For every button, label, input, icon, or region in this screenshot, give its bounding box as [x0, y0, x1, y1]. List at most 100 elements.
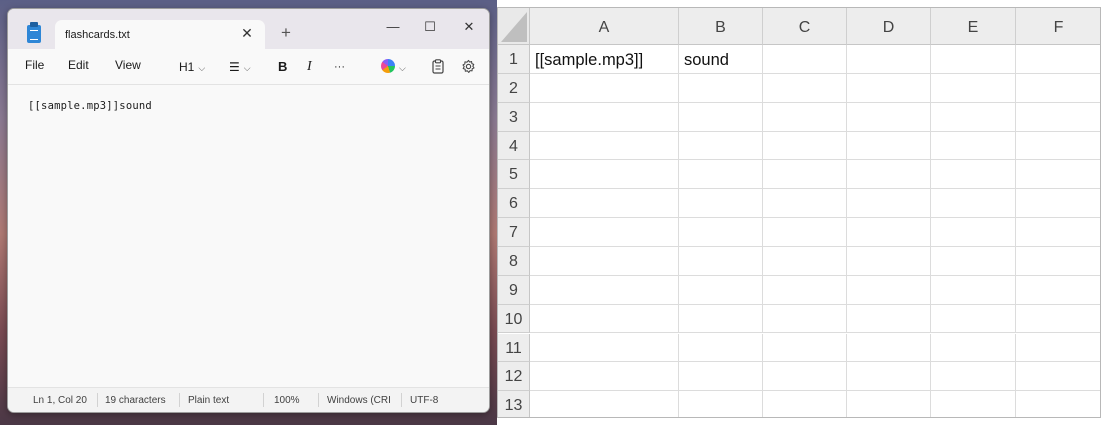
column-header-f[interactable]: F — [1016, 8, 1100, 45]
cell-f3[interactable] — [1016, 103, 1100, 132]
row-header-4[interactable]: 4 — [498, 131, 530, 161]
cell-a9[interactable] — [530, 275, 679, 305]
cell-f12[interactable] — [1016, 362, 1100, 392]
cell-e4[interactable] — [931, 131, 1016, 161]
new-tab-icon[interactable]: + — [276, 23, 296, 43]
cell-a2[interactable] — [530, 73, 679, 103]
cell-f6[interactable] — [1016, 189, 1100, 219]
row-header-12[interactable]: 12 — [498, 362, 530, 392]
cell-f2[interactable] — [1016, 74, 1100, 103]
cell-b5[interactable] — [679, 160, 763, 190]
cell-f8[interactable] — [1016, 247, 1100, 276]
cell-c9[interactable] — [763, 275, 847, 305]
cell-d8[interactable] — [847, 246, 931, 276]
row-header-7[interactable]: 7 — [498, 218, 530, 247]
cell-e5[interactable] — [931, 160, 1016, 190]
cell-b2[interactable] — [679, 73, 763, 103]
cell-f1[interactable] — [1016, 45, 1100, 74]
column-header-b[interactable]: B — [679, 8, 763, 45]
cell-d10[interactable] — [847, 304, 931, 334]
minimize-icon[interactable]: — — [379, 15, 407, 39]
cell-a1[interactable]: [[sample.mp3]] — [530, 45, 679, 74]
cell-d9[interactable] — [847, 275, 931, 305]
cell-a8[interactable] — [530, 246, 679, 276]
column-header-c[interactable]: C — [763, 8, 847, 45]
more-icon[interactable]: ··· — [334, 57, 345, 77]
cell-e1[interactable] — [931, 45, 1016, 74]
close-window-icon[interactable]: ✕ — [455, 15, 483, 39]
cell-d11[interactable] — [847, 333, 931, 363]
cell-d3[interactable] — [847, 102, 931, 132]
row-header-2[interactable]: 2 — [498, 73, 530, 103]
cell-a5[interactable] — [530, 160, 679, 190]
bold-icon[interactable]: B — [278, 57, 287, 77]
close-tab-icon[interactable]: ✕ — [237, 23, 257, 43]
row-header-6[interactable]: 6 — [498, 189, 530, 219]
cell-f9[interactable] — [1016, 276, 1100, 305]
gear-icon[interactable] — [461, 59, 476, 79]
italic-icon[interactable]: I — [307, 57, 312, 77]
cell-c10[interactable] — [763, 304, 847, 334]
cell-d4[interactable] — [847, 131, 931, 161]
cell-e6[interactable] — [931, 189, 1016, 219]
cell-e9[interactable] — [931, 275, 1016, 305]
cell-b4[interactable] — [679, 131, 763, 161]
row-header-3[interactable]: 3 — [498, 102, 530, 132]
cell-f7[interactable] — [1016, 218, 1100, 247]
row-header-13[interactable]: 13 — [498, 391, 530, 417]
select-all-corner[interactable] — [498, 8, 530, 45]
copilot-dropdown[interactable]: ⌵ — [381, 57, 406, 77]
text-editor[interactable]: [[sample.mp3]]sound — [8, 86, 489, 393]
cell-f5[interactable] — [1016, 160, 1100, 190]
cell-a6[interactable] — [530, 189, 679, 219]
cell-f11[interactable] — [1016, 334, 1100, 363]
cell-c13[interactable] — [763, 391, 847, 417]
tab-flashcards[interactable]: flashcards.txt ✕ — [55, 20, 265, 49]
cell-b11[interactable] — [679, 333, 763, 363]
clipboard-icon[interactable] — [432, 59, 444, 79]
row-header-1[interactable]: 1 — [498, 45, 530, 74]
cell-d6[interactable] — [847, 189, 931, 219]
maximize-icon[interactable]: ☐ — [416, 15, 444, 39]
row-header-8[interactable]: 8 — [498, 246, 530, 276]
cell-d13[interactable] — [847, 391, 931, 417]
cell-a3[interactable] — [530, 102, 679, 132]
cell-b13[interactable] — [679, 391, 763, 417]
cell-c6[interactable] — [763, 189, 847, 219]
cell-e8[interactable] — [931, 246, 1016, 276]
cell-e10[interactable] — [931, 304, 1016, 334]
cell-b1[interactable]: sound — [679, 45, 763, 74]
cell-c2[interactable] — [763, 73, 847, 103]
cell-a13[interactable] — [530, 391, 679, 417]
menu-view[interactable]: View — [115, 58, 141, 72]
cell-b9[interactable] — [679, 275, 763, 305]
status-zoom[interactable]: 100% — [274, 395, 300, 406]
row-header-11[interactable]: 11 — [498, 333, 530, 363]
cell-a4[interactable] — [530, 131, 679, 161]
cell-c12[interactable] — [763, 362, 847, 392]
cell-d1[interactable] — [847, 45, 931, 74]
menu-edit[interactable]: Edit — [68, 58, 89, 72]
column-header-d[interactable]: D — [847, 8, 931, 45]
cell-f10[interactable] — [1016, 305, 1100, 334]
cell-c1[interactable] — [763, 45, 847, 74]
row-header-5[interactable]: 5 — [498, 160, 530, 190]
cell-a10[interactable] — [530, 304, 679, 334]
cell-b6[interactable] — [679, 189, 763, 219]
cell-e11[interactable] — [931, 333, 1016, 363]
row-header-10[interactable]: 10 — [498, 304, 530, 334]
row-header-9[interactable]: 9 — [498, 275, 530, 305]
cell-b12[interactable] — [679, 362, 763, 392]
column-header-e[interactable]: E — [931, 8, 1016, 45]
cell-d2[interactable] — [847, 73, 931, 103]
cell-c11[interactable] — [763, 333, 847, 363]
cell-c5[interactable] — [763, 160, 847, 190]
status-line-ending[interactable]: Windows (CRI — [327, 395, 391, 406]
cell-c4[interactable] — [763, 131, 847, 161]
cell-e13[interactable] — [931, 391, 1016, 417]
cell-e2[interactable] — [931, 73, 1016, 103]
cell-c3[interactable] — [763, 102, 847, 132]
cell-d7[interactable] — [847, 218, 931, 247]
cell-f13[interactable] — [1016, 391, 1100, 417]
cell-a12[interactable] — [530, 362, 679, 392]
